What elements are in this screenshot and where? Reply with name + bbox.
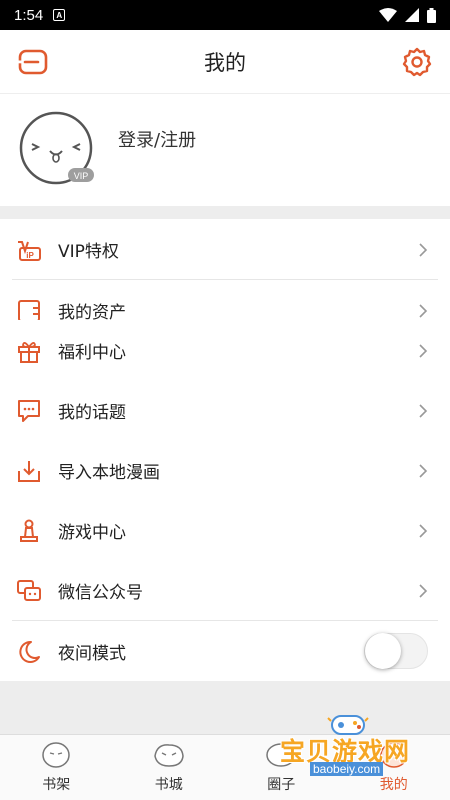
menu-label-games: 游戏中心 [58, 522, 126, 543]
gear-icon[interactable] [402, 47, 432, 77]
chevron-right-icon [419, 243, 428, 257]
bookshelf-icon [42, 742, 70, 768]
menu-item-wechat[interactable]: 微信公众号 [0, 560, 450, 620]
status-bar: 1:54 A [0, 0, 450, 30]
watermark: 宝贝游戏网 baobeiy.com [270, 712, 440, 782]
menu-label-assets: 我的资产 [58, 302, 126, 323]
vip-badge: VIP [74, 171, 89, 181]
login-register-link[interactable]: 登录/注册 [118, 126, 196, 152]
menu-item-import[interactable]: 导入本地漫画 [0, 440, 450, 500]
svg-text:iP: iP [26, 251, 34, 260]
notification-a-icon: A [53, 9, 66, 21]
battery-icon [427, 7, 436, 23]
watermark-url: baobeiy.com [310, 762, 384, 776]
page-title: 我的 [204, 50, 246, 75]
signal-icon [405, 8, 419, 22]
chevron-right-icon [419, 304, 428, 318]
gift-icon [18, 342, 40, 363]
menu-label-wechat: 微信公众号 [58, 582, 143, 603]
menu-label-topics: 我的话题 [58, 402, 126, 423]
status-time: 1:54 [14, 6, 44, 24]
download-icon [18, 461, 40, 482]
bookstore-icon [153, 744, 184, 767]
vip-icon: iP [18, 241, 41, 261]
menu-group-misc: 微信公众号 夜间模式 [0, 560, 450, 681]
menu-label-import: 导入本地漫画 [58, 462, 160, 483]
nav-label-bookstore: 书城 [154, 777, 183, 793]
chat-bubble-icon [18, 400, 40, 422]
menu-icon[interactable] [18, 48, 48, 76]
chevron-right-icon [419, 524, 428, 538]
profile-card[interactable]: VIP 登录/注册 [0, 93, 450, 206]
chevron-right-icon [419, 344, 428, 358]
chevron-right-icon [419, 584, 428, 598]
menu-item-welfare[interactable]: 福利中心 [0, 320, 450, 380]
menu-item-topics[interactable]: 我的话题 [0, 380, 450, 440]
chevron-right-icon [419, 404, 428, 418]
chess-pawn-icon [20, 519, 38, 542]
menu-group-topics: 我的话题 [0, 380, 450, 440]
menu-label-welfare: 福利中心 [58, 342, 126, 363]
chevron-right-icon [419, 464, 428, 478]
avatar[interactable]: VIP [18, 110, 96, 188]
wifi-icon [379, 8, 397, 22]
wechat-icon [17, 580, 41, 601]
menu-label-night-mode: 夜间模式 [58, 643, 126, 664]
menu-item-night-mode: 夜间模式 [0, 621, 450, 681]
menu-label-vip: VIP特权 [58, 241, 119, 262]
menu-group-import: 导入本地漫画 [0, 440, 450, 500]
moon-icon [19, 640, 40, 663]
nav-label-bookshelf: 书架 [42, 777, 71, 793]
menu-item-games[interactable]: 游戏中心 [0, 500, 450, 560]
nav-tab-bookstore[interactable]: 书城 [113, 735, 226, 800]
menu-group-welfare: 福利中心 [0, 320, 450, 380]
night-mode-toggle[interactable] [364, 633, 428, 669]
toggle-knob [365, 633, 401, 669]
nav-tab-bookshelf[interactable]: 书架 [0, 735, 113, 800]
top-bar: 我的 [0, 30, 450, 93]
menu-item-vip[interactable]: iP VIP特权 [0, 219, 450, 279]
menu-group-games: 游戏中心 [0, 500, 450, 560]
